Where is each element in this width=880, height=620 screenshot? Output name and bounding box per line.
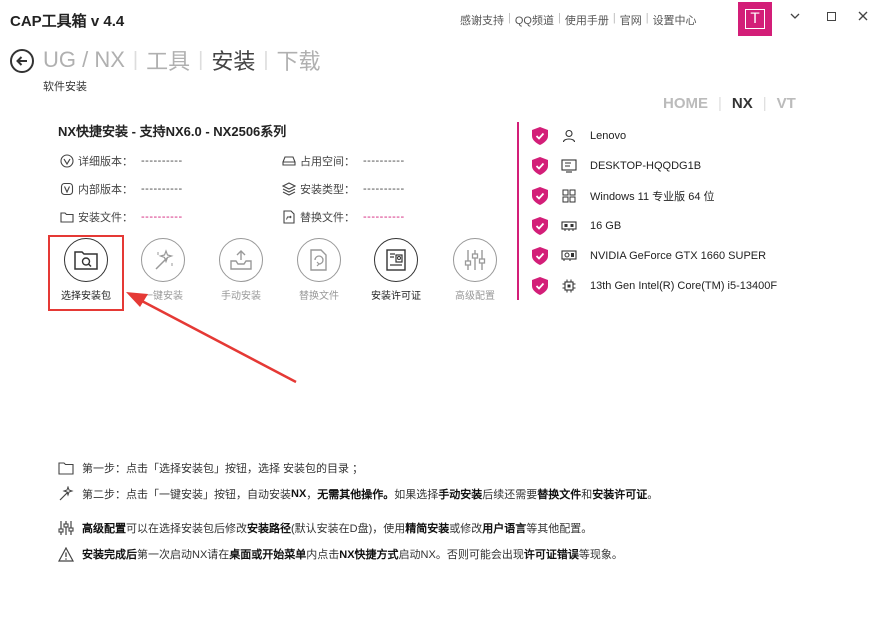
sys-cpu-value: 13th Gen Intel(R) Core(TM) i5-13400F [590,280,778,292]
sys-cpu-row: 13th Gen Intel(R) Core(TM) i5-13400F [532,276,777,296]
sliders-icon [58,521,74,535]
step-two-bold-nx: NX [291,488,307,500]
monitor-icon [561,159,577,173]
sys-computer-row: DESKTOP-HQQDG1B [532,156,701,176]
step-advanced-bold-lite: 精简安装 [405,523,450,535]
step-warning-bold-after: 安装完成后 [82,549,137,561]
step-advanced: 高级配置 可以在选择安装包后修改 安装路径 (默认安装在D盘)，使用 精简安装 … [58,520,592,536]
cpu-icon [562,279,576,293]
magic-wand-icon [59,486,74,501]
step-two-bold-no-other: 无需其他操作。 [317,489,395,501]
step-two-bold-replace: 替换文件 [537,489,582,501]
sys-user-row: Lenovo [532,126,626,146]
sys-computer-value: DESKTOP-HQQDG1B [590,160,702,172]
step-advanced-text-2: (默认安装在D盘)，使用 [291,523,406,535]
step-advanced-bold-language: 用户语言 [482,523,527,535]
shield-check-icon [532,217,548,235]
step-two-bold-license: 安装许可证 [592,489,648,501]
folder-icon [58,462,74,475]
step-two-bold-manual: 手动安装 [438,489,483,501]
sys-gpu-row: NVIDIA GeForce GTX 1660 SUPER [532,246,766,266]
step-warning-text-4: 等现象。 [578,549,623,561]
step-warning-text-2: 内点击 [306,549,340,561]
step-advanced-text-1: 可以在选择安装包后修改 [126,523,247,535]
shield-check-icon [532,187,548,205]
shield-check-icon [532,247,548,265]
step-two-text-1: 第二步：点击「一键安装」按钮，自动安装 [82,489,291,501]
step-one-text: 第一步：点击「选择安装包」按钮，选择 安装包的目录 ； [82,463,364,475]
step-warning: 安装完成后 第一次启动NX请在 桌面或开始菜单 内点击 NX快捷方式 启动NX。… [58,546,623,562]
shield-check-icon [532,157,548,175]
warning-icon [58,546,74,562]
step-two: 第二步：点击「一键安装」按钮，自动安装 NX ，无需其他操作。 如果选择 手动安装… [58,486,658,502]
shield-check-icon [532,277,548,295]
step-warning-bold-desktop: 桌面或开始菜单 [229,549,307,561]
sys-user-value: Lenovo [590,130,627,142]
gpu-card-icon [561,250,577,261]
panel-divider [517,122,519,300]
step-two-text-3: 如果选择 [394,489,439,501]
step-advanced-bold-config: 高级配置 [82,523,126,535]
sys-memory-row: 16 GB [532,216,621,236]
windows-logo-icon [562,189,576,203]
step-two-text-5: 和 [581,489,593,501]
sys-memory-value: 16 GB [590,220,622,232]
step-warning-bold-license-error: 许可证错误 [523,549,579,561]
step-advanced-text-3: 或修改 [449,523,483,535]
step-warning-text-3: 启动NX。否则可能会出现 [398,549,524,561]
step-two-text-6: 。 [647,489,659,501]
step-two-text-2: ， [306,489,318,501]
sys-os-row: Windows 11 专业版 64 位 [532,186,715,206]
step-one: 第一步：点击「选择安装包」按钮，选择 安装包的目录 ； [58,460,363,476]
step-advanced-text-4: 等其他配置。 [526,523,593,535]
step-warning-bold-shortcut: NX快捷方式 [339,549,399,561]
memory-chip-icon [561,221,577,231]
shield-check-icon [532,127,548,145]
step-advanced-bold-path: 安装路径 [247,523,291,535]
step-two-text-4: 后续还需要 [482,489,538,501]
user-icon [562,129,576,143]
sys-os-value: Windows 11 专业版 64 位 [590,191,715,203]
sys-gpu-value: NVIDIA GeForce GTX 1660 SUPER [590,250,767,262]
step-warning-text-1: 第一次启动NX请在 [137,549,230,561]
